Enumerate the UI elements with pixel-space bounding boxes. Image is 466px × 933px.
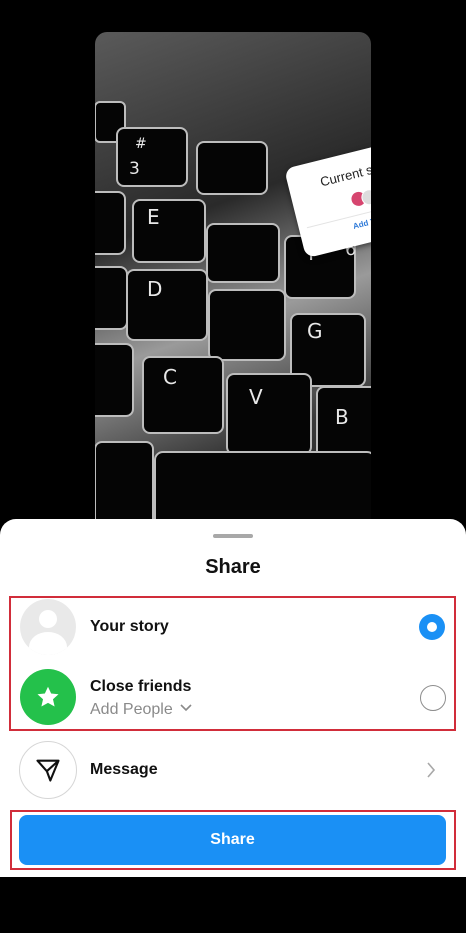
story-preview: # 3 E € 6 T D G C V B Current status Add… (95, 32, 371, 552)
send-icon (19, 741, 77, 799)
svg-text:E: E (147, 205, 160, 229)
svg-text:C: C (163, 365, 177, 389)
svg-text:B: B (335, 405, 349, 429)
sheet-drag-handle[interactable] (213, 534, 253, 538)
svg-text:3: 3 (129, 159, 140, 179)
bottom-bar (0, 877, 466, 933)
share-button[interactable]: Share (19, 815, 446, 865)
svg-text:#: # (135, 136, 147, 152)
svg-text:D: D (147, 277, 162, 301)
option-message[interactable]: Message (0, 741, 466, 799)
sticker-avatars (349, 187, 371, 208)
option-label: Message (90, 761, 158, 778)
share-sheet: Share Your story Close friends Add Peopl… (0, 519, 466, 877)
highlight-box (9, 596, 456, 731)
svg-text:G: G (307, 319, 323, 343)
sheet-title: Share (205, 556, 261, 578)
svg-text:V: V (249, 385, 263, 409)
keyboard-photo: # 3 E € 6 T D G C V B (95, 101, 371, 552)
chevron-right-icon (427, 762, 436, 778)
sticker-add-yours: Add Yours (352, 213, 371, 231)
